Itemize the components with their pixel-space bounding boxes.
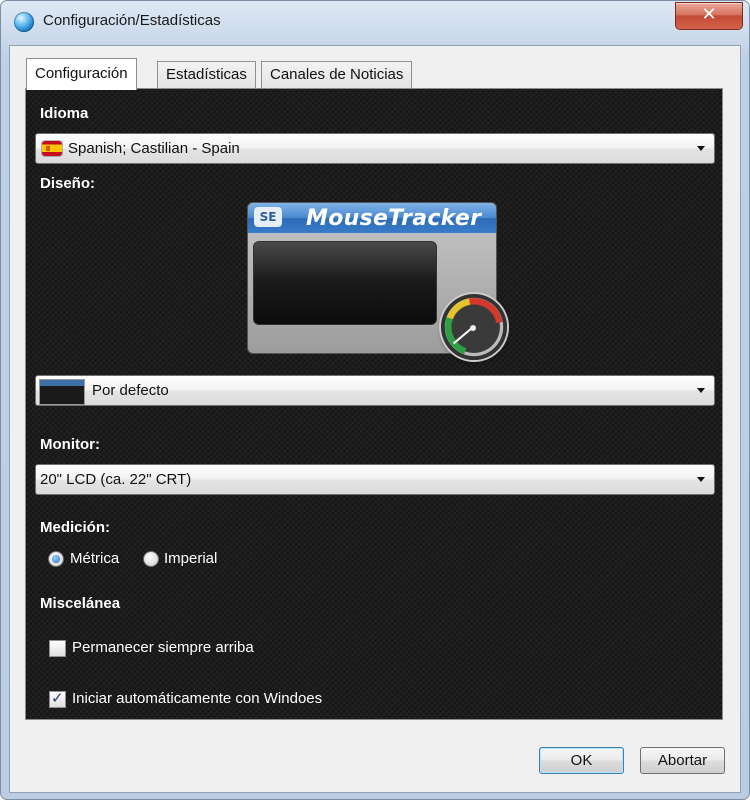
medicion-label: Medición: xyxy=(40,519,110,536)
always-on-top-checkbox[interactable] xyxy=(49,640,66,657)
monitor-value: 20" LCD (ca. 22" CRT) xyxy=(40,471,192,488)
window-title: Configuración/Estadísticas xyxy=(43,12,221,29)
autostart-checkbox[interactable]: ✓ xyxy=(49,689,66,708)
idioma-value: Spanish; Castilian - Spain xyxy=(68,140,240,157)
idioma-label: Idioma xyxy=(40,105,89,122)
preview-logo: SE xyxy=(254,207,282,227)
tab-estadisticas[interactable]: Estadísticas xyxy=(157,61,256,89)
ok-button[interactable]: OK xyxy=(539,747,624,774)
globe-icon xyxy=(14,12,34,32)
tab-canales-de-noticias[interactable]: Canales de Noticias xyxy=(261,61,413,89)
diseno-dropdown[interactable]: Por defecto xyxy=(35,375,715,406)
close-button[interactable]: ✕ xyxy=(675,2,743,30)
preview-title: MouseTracker xyxy=(306,206,482,231)
chevron-down-icon xyxy=(697,388,705,393)
imperial-radio[interactable] xyxy=(143,551,159,567)
idioma-dropdown[interactable]: Spanish; Castilian - Spain xyxy=(35,133,715,164)
diseno-label: Diseño: xyxy=(40,175,96,192)
imperial-radio-label[interactable]: Imperial xyxy=(164,550,217,567)
gauge-hub xyxy=(470,325,476,331)
spain-flag-icon xyxy=(42,141,62,156)
always-on-top-label[interactable]: Permanecer siempre arriba xyxy=(72,639,254,656)
metrica-radio[interactable] xyxy=(48,551,64,567)
speedometer-icon xyxy=(441,294,507,360)
chevron-down-icon xyxy=(697,146,705,151)
tab-configuracion[interactable]: Configuración xyxy=(26,58,137,90)
monitor-label: Monitor: xyxy=(40,436,100,453)
miscelanea-label: Miscelánea xyxy=(40,595,121,612)
monitor-dropdown[interactable]: 20" LCD (ca. 22" CRT) xyxy=(35,464,715,495)
diseno-value: Por defecto xyxy=(92,382,169,399)
theme-thumbnail-icon xyxy=(39,379,85,405)
configuracion-panel: Idioma Spanish; Castilian - Spain Diseño… xyxy=(25,88,723,720)
settings-window: Configuración/Estadísticas ✕ Configuraci… xyxy=(0,0,750,800)
metrica-radio-label[interactable]: Métrica xyxy=(70,550,119,567)
checkmark-icon: ✓ xyxy=(51,689,64,707)
chevron-down-icon xyxy=(697,477,705,482)
dialog-client-area: Configuración Estadísticas Canales de No… xyxy=(9,45,741,793)
title-bar[interactable]: Configuración/Estadísticas ✕ xyxy=(1,1,749,45)
preview-header: SE MouseTracker xyxy=(248,203,496,233)
theme-preview: SE MouseTracker xyxy=(247,202,515,372)
preview-screen xyxy=(253,241,437,325)
autostart-label[interactable]: Iniciar automáticamente con Windoes xyxy=(72,690,322,707)
abortar-button[interactable]: Abortar xyxy=(640,747,725,774)
